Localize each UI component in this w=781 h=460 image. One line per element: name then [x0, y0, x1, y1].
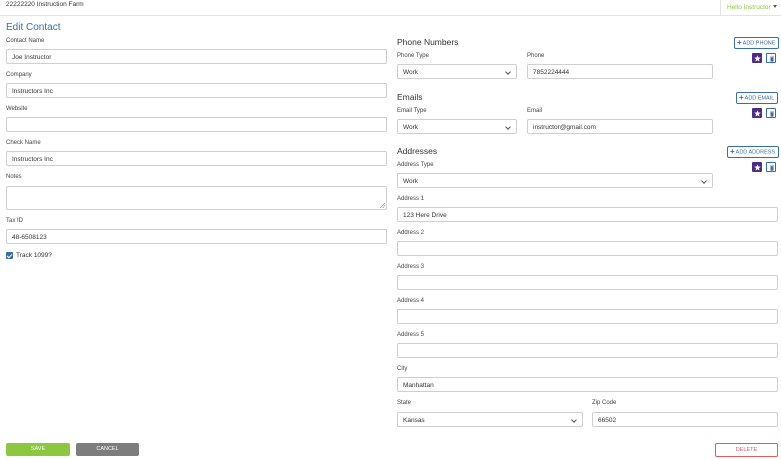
add-address-label: ADD ADDRESS — [735, 149, 776, 156]
contact-name-label: Contact Name — [6, 38, 45, 44]
tax-id-input[interactable]: 48-6508123 — [6, 229, 387, 244]
cancel-button[interactable]: CANCEL — [76, 443, 139, 456]
phone-input[interactable]: 7852224444 — [527, 64, 713, 79]
address-type-select[interactable]: Work — [397, 173, 713, 188]
trash-icon — [769, 56, 774, 62]
zip-code-label: Zip Code — [592, 400, 617, 406]
address1-label: Address 1 — [397, 196, 425, 202]
address5-input[interactable] — [397, 343, 778, 358]
star-icon — [753, 109, 761, 117]
phone-numbers-title: Phone Numbers — [397, 37, 459, 47]
address3-input[interactable] — [397, 275, 778, 290]
tax-id-label: Tax ID — [6, 218, 24, 224]
notes-textarea[interactable] — [6, 186, 387, 210]
track-1099-checkbox[interactable] — [6, 252, 13, 259]
chevron-down-icon — [505, 69, 511, 75]
delete-button[interactable]: DELETE — [715, 443, 778, 457]
chevron-down-icon — [571, 417, 577, 423]
phone-type-label: Phone Type — [397, 53, 429, 59]
trash-icon — [769, 111, 774, 117]
check-name-label: Check Name — [6, 140, 41, 146]
address3-label: Address 3 — [397, 264, 425, 270]
chevron-down-icon — [505, 124, 511, 130]
state-value: Kansas — [403, 417, 425, 424]
address5-label: Address 5 — [397, 332, 425, 338]
address-type-value: Work — [403, 178, 419, 185]
plus-icon: + — [739, 93, 744, 102]
email-input[interactable]: instructor@gmail.com — [527, 119, 713, 134]
email-type-value: Work — [403, 124, 419, 131]
page-title: Edit Contact — [6, 22, 61, 33]
top-bar: 22222220 Instruction Farm Hello Instruct… — [0, 0, 781, 16]
plus-icon: + — [730, 147, 735, 156]
addresses-title: Addresses — [397, 146, 438, 156]
add-phone-label: ADD PHONE — [742, 40, 776, 47]
add-address-button[interactable]: +ADD ADDRESS — [727, 146, 780, 158]
save-button[interactable]: SAVE — [6, 443, 70, 456]
address-type-label: Address Type — [397, 162, 434, 168]
website-input[interactable] — [6, 117, 387, 132]
email-type-select[interactable]: Work — [397, 119, 517, 134]
city-input[interactable]: Manhattan — [397, 377, 778, 392]
notes-label: Notes — [6, 174, 22, 180]
star-icon — [753, 54, 761, 62]
email-label: Email — [527, 108, 543, 114]
email-type-label: Email Type — [397, 108, 427, 114]
phone-type-select[interactable]: Work — [397, 64, 517, 79]
chevron-down-icon — [701, 178, 707, 184]
address1-input[interactable]: 123 Here Drive — [397, 207, 778, 222]
track-1099-label: Track 1099? — [16, 252, 52, 259]
state-select[interactable]: Kansas — [397, 412, 583, 427]
phone-label: Phone — [527, 53, 545, 59]
delete-phone-button[interactable] — [766, 53, 776, 63]
add-phone-button[interactable]: +ADD PHONE — [734, 37, 780, 49]
farm-name: 22222220 Instruction Farm — [6, 1, 84, 8]
company-label: Company — [6, 72, 32, 78]
zip-code-input[interactable]: 66502 — [592, 412, 778, 427]
company-input[interactable]: Instructors Inc — [6, 83, 387, 98]
address2-input[interactable] — [397, 241, 778, 256]
city-label: City — [397, 366, 408, 372]
address4-input[interactable] — [397, 309, 778, 324]
primary-address-button[interactable] — [752, 162, 762, 172]
phone-type-value: Work — [403, 69, 419, 76]
primary-phone-button[interactable] — [752, 53, 762, 63]
user-greeting: Hello Instructor — [727, 4, 771, 11]
check-name-input[interactable]: Instructors Inc — [6, 151, 387, 166]
emails-title: Emails — [397, 92, 423, 102]
state-label: State — [397, 400, 412, 406]
address4-label: Address 4 — [397, 298, 425, 304]
user-menu[interactable]: Hello Instructor — [720, 0, 781, 15]
add-email-label: ADD EMAIL — [744, 95, 775, 102]
plus-icon: + — [737, 38, 742, 47]
trash-icon — [769, 165, 774, 171]
contact-name-input[interactable]: Joe Instructor — [6, 49, 387, 64]
star-icon — [753, 163, 761, 171]
resize-handle-icon[interactable] — [380, 203, 385, 208]
delete-email-button[interactable] — [766, 108, 776, 118]
address2-label: Address 2 — [397, 230, 425, 236]
primary-email-button[interactable] — [752, 108, 762, 118]
caret-down-icon — [772, 5, 777, 8]
delete-address-button[interactable] — [766, 162, 776, 172]
add-email-button[interactable]: +ADD EMAIL — [736, 92, 779, 104]
website-label: Website — [6, 106, 28, 112]
